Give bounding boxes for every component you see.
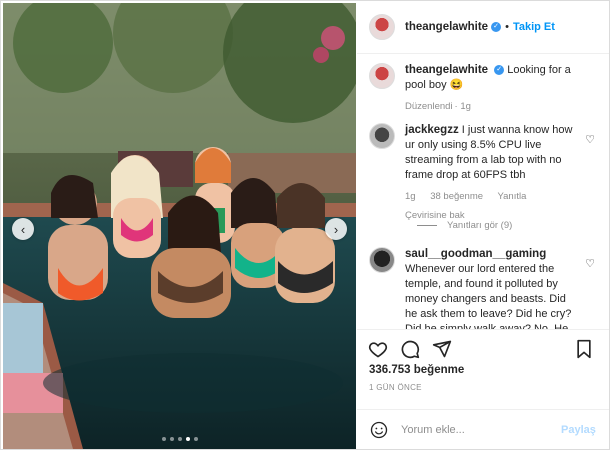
view-replies-button[interactable]: Yanıtları gör (9) <box>417 220 512 231</box>
comments-list: theangelawhite ✓ Looking for a pool boy … <box>357 53 609 329</box>
verified-badge-icon: ✓ <box>494 65 505 76</box>
share-button[interactable] <box>431 338 453 360</box>
post-actions: 336.753 beğenme 1 GÜN ÖNCE <box>357 329 609 410</box>
author-avatar[interactable] <box>369 14 395 40</box>
caption-avatar[interactable] <box>369 63 395 89</box>
carousel-next-button[interactable]: › <box>325 218 347 240</box>
like-button[interactable] <box>367 338 389 360</box>
bookmark-icon <box>577 339 591 359</box>
chevron-left-icon: ‹ <box>20 221 26 237</box>
view-replies-label[interactable]: Yanıtları gör (9) <box>447 220 512 231</box>
carousel-prev-button[interactable]: ‹ <box>12 218 34 240</box>
comment-body: jackkegzz I just wanna know how ur only … <box>405 123 575 223</box>
post-header: theangelawhite ✓ • Takip Et <box>357 1 609 54</box>
post-time: 1 GÜN ÖNCE <box>369 383 422 392</box>
caption-username[interactable]: theangelawhite <box>405 64 488 76</box>
header-separator: • <box>505 21 509 33</box>
comment-like-icon[interactable]: ♡ <box>585 133 595 146</box>
carousel-dot <box>193 437 198 441</box>
caption-body: theangelawhite ✓ Looking for a pool boy … <box>405 63 575 114</box>
comment-body: saul__goodman__gaming Whenever our lord … <box>405 247 575 329</box>
comment-icon <box>401 340 420 359</box>
replies-divider <box>417 225 437 226</box>
comment-composer: Paylaş <box>357 409 609 450</box>
instagram-post: ‹ › theangelawhite ✓ • Takip Et theangel… <box>0 0 610 450</box>
verified-badge-icon: ✓ <box>491 22 502 32</box>
post-side-panel: theangelawhite ✓ • Takip Et theangelawhi… <box>357 1 609 449</box>
comment-item: jackkegzz I just wanna know how ur only … <box>369 123 597 223</box>
comment-item: saul__goodman__gaming Whenever our lord … <box>369 247 597 329</box>
send-icon <box>432 340 452 358</box>
follow-button[interactable]: Takip Et <box>513 21 555 33</box>
comment-time: 1g <box>405 191 416 202</box>
post-media: ‹ › <box>3 3 356 449</box>
caption: theangelawhite ✓ Looking for a pool boy … <box>369 63 597 114</box>
carousel-dot <box>169 437 174 441</box>
comment-button[interactable] <box>399 338 421 360</box>
caption-emoji: 😆 <box>449 79 464 91</box>
emoji-button[interactable] <box>369 420 389 440</box>
carousel-dot-active <box>185 437 190 441</box>
caption-time: 1g <box>460 101 471 112</box>
save-button[interactable] <box>573 338 595 360</box>
post-photo <box>3 3 356 449</box>
comment-text: Whenever our lord entered the temple, an… <box>405 263 572 329</box>
author-username[interactable]: theangelawhite <box>405 21 488 33</box>
post-comment-button[interactable]: Paylaş <box>561 424 596 436</box>
carousel-indicator <box>3 437 356 441</box>
emoji-icon <box>370 421 388 439</box>
action-icons <box>367 338 453 360</box>
like-count[interactable]: 336.753 beğenme <box>369 364 464 376</box>
commenter-username[interactable]: jackkegzz <box>405 124 459 136</box>
edited-label: Düzenlendi <box>405 101 453 112</box>
comment-likes[interactable]: 38 beğenme <box>430 191 483 202</box>
commenter-username[interactable]: saul__goodman__gaming <box>405 248 546 260</box>
comment-input[interactable] <box>399 423 553 437</box>
comment-like-icon[interactable]: ♡ <box>585 257 595 270</box>
heart-icon <box>368 342 388 358</box>
commenter-avatar[interactable] <box>369 247 395 273</box>
chevron-right-icon: › <box>333 221 339 237</box>
carousel-dot <box>161 437 166 441</box>
caption-meta: Düzenlendi · 1g <box>405 101 471 112</box>
reply-button[interactable]: Yanıtla <box>498 191 527 202</box>
carousel-dot <box>177 437 182 441</box>
commenter-avatar[interactable] <box>369 123 395 149</box>
comment-meta: 1g 38 beğenme Yanıtla <box>405 189 575 204</box>
